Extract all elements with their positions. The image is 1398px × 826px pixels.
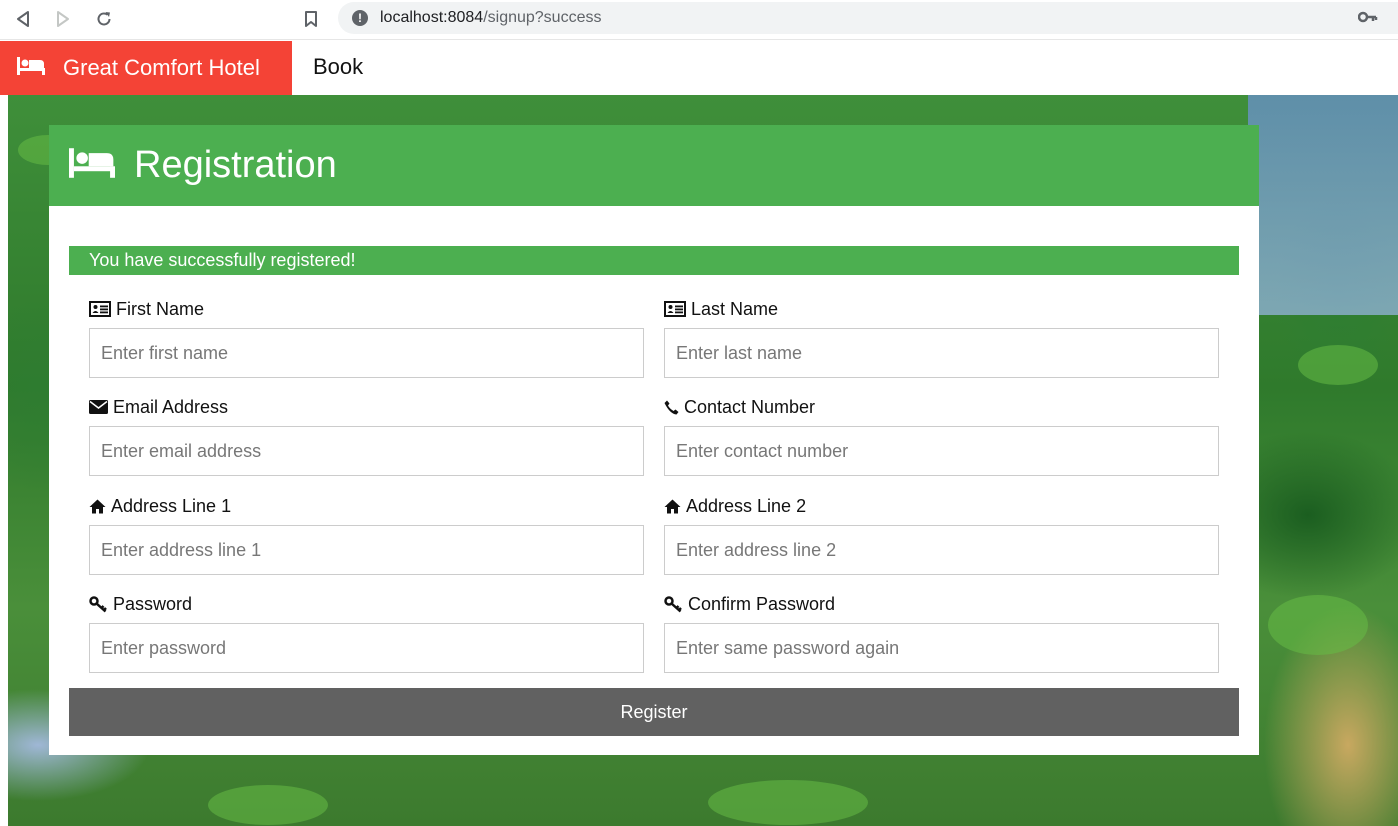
url-host: localhost:8084 bbox=[380, 9, 484, 26]
app-navbar: Great Comfort Hotel Book bbox=[0, 41, 1398, 95]
password-input[interactable] bbox=[89, 623, 644, 673]
last-name-label-text: Last Name bbox=[691, 298, 779, 319]
url-path: /signup?success bbox=[483, 9, 602, 26]
confirm-password-input[interactable] bbox=[664, 623, 1219, 673]
last-name-group: Last Name bbox=[664, 298, 1219, 378]
email-group: Email Address bbox=[89, 396, 644, 476]
forward-button[interactable] bbox=[50, 6, 76, 32]
url-text: localhost:8084/signup?success bbox=[380, 9, 601, 27]
bed-icon bbox=[69, 148, 115, 183]
page-title: Registration bbox=[134, 144, 337, 186]
first-name-label: First Name bbox=[89, 298, 644, 320]
id-card-icon bbox=[89, 301, 111, 317]
address1-group: Address Line 1 bbox=[89, 495, 644, 575]
contact-group: Contact Number bbox=[664, 396, 1219, 476]
card-header: Registration bbox=[49, 125, 1259, 206]
info-icon[interactable]: ! bbox=[352, 10, 368, 26]
reload-button[interactable] bbox=[91, 6, 117, 32]
contact-label: Contact Number bbox=[664, 396, 1219, 418]
first-name-label-text: First Name bbox=[116, 298, 205, 319]
email-input[interactable] bbox=[89, 426, 644, 476]
registration-card: Registration You have successfully regis… bbox=[49, 125, 1259, 755]
confirm-password-label-text: Confirm Password bbox=[688, 593, 836, 614]
password-label-text: Password bbox=[113, 593, 193, 614]
id-card-icon bbox=[664, 301, 686, 317]
bookmark-button[interactable] bbox=[298, 6, 324, 32]
confirm-password-label: Confirm Password bbox=[664, 593, 1219, 615]
back-arrow-icon bbox=[17, 11, 29, 27]
address2-label: Address Line 2 bbox=[664, 495, 1219, 517]
first-name-group: First Name bbox=[89, 298, 644, 378]
browser-toolbar: ! localhost:8084/signup?success bbox=[0, 0, 1398, 40]
last-name-label: Last Name bbox=[664, 298, 1219, 320]
success-alert: You have successfully registered! bbox=[69, 246, 1239, 275]
address1-label-text: Address Line 1 bbox=[111, 495, 232, 516]
home-icon bbox=[89, 499, 106, 514]
brand-name: Great Comfort Hotel bbox=[63, 55, 260, 80]
foliage bbox=[708, 780, 868, 825]
address-bar[interactable]: ! localhost:8084/signup?success bbox=[338, 2, 1398, 34]
foliage bbox=[1298, 345, 1378, 385]
bookmark-icon bbox=[305, 11, 317, 27]
foliage bbox=[208, 785, 328, 825]
sky bbox=[1248, 95, 1398, 315]
brand-link[interactable]: Great Comfort Hotel bbox=[0, 41, 292, 95]
key-icon bbox=[664, 595, 683, 613]
envelope-icon bbox=[89, 400, 108, 414]
address2-group: Address Line 2 bbox=[664, 495, 1219, 575]
password-label: Password bbox=[89, 593, 644, 615]
email-label-text: Email Address bbox=[113, 396, 229, 417]
contact-input[interactable] bbox=[664, 426, 1219, 476]
password-key-icon[interactable] bbox=[1357, 10, 1378, 29]
email-label: Email Address bbox=[89, 396, 644, 418]
bed-icon bbox=[17, 56, 45, 80]
nav-book-link[interactable]: Book bbox=[313, 54, 363, 80]
address2-label-text: Address Line 2 bbox=[686, 495, 807, 516]
password-group: Password bbox=[89, 593, 644, 673]
address1-input[interactable] bbox=[89, 525, 644, 575]
contact-label-text: Contact Number bbox=[684, 396, 816, 417]
address1-label: Address Line 1 bbox=[89, 495, 644, 517]
foliage bbox=[1268, 595, 1368, 655]
first-name-input[interactable] bbox=[89, 328, 644, 378]
confirm-password-group: Confirm Password bbox=[664, 593, 1219, 673]
forward-arrow-icon bbox=[57, 11, 69, 27]
last-name-input[interactable] bbox=[664, 328, 1219, 378]
register-button[interactable]: Register bbox=[69, 688, 1239, 736]
reload-icon bbox=[97, 12, 111, 26]
address2-input[interactable] bbox=[664, 525, 1219, 575]
phone-icon bbox=[664, 400, 679, 415]
key-icon bbox=[89, 595, 108, 613]
home-icon bbox=[664, 499, 681, 514]
back-button[interactable] bbox=[10, 6, 36, 32]
